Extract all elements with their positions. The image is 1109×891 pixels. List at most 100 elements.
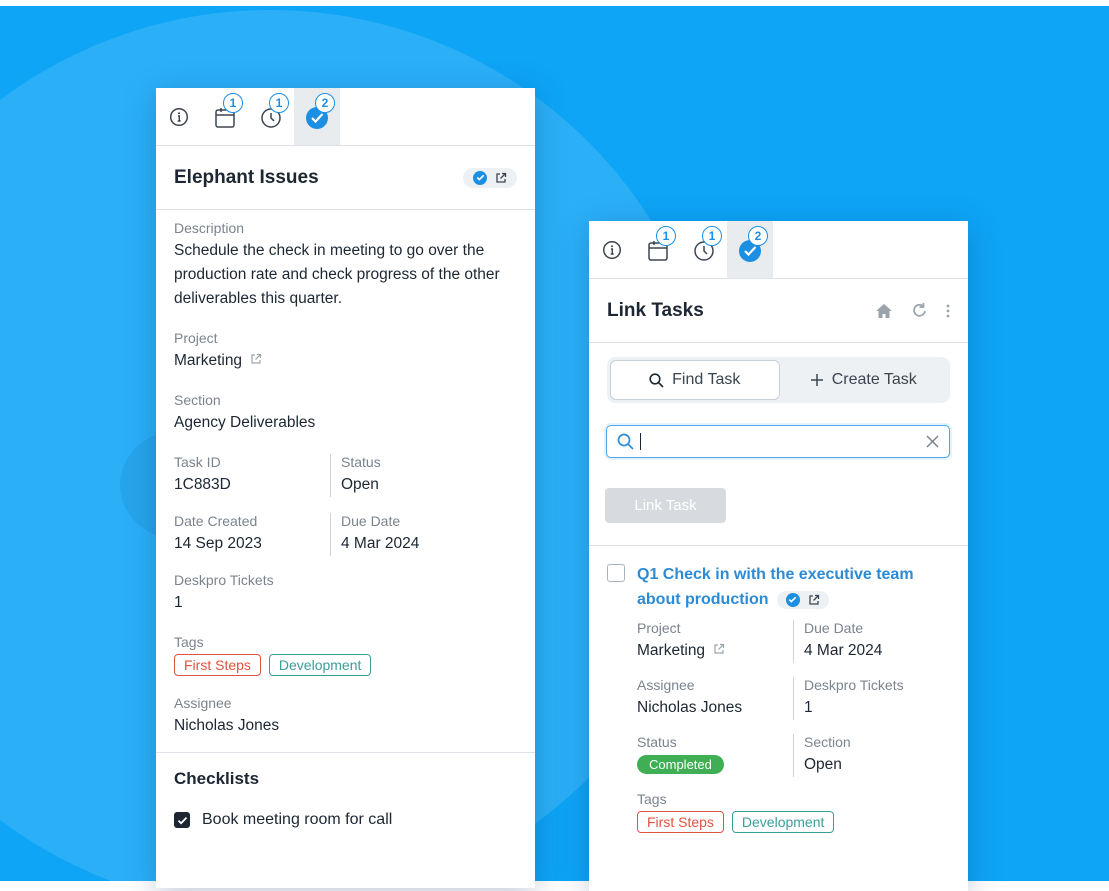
section-field: Section Agency Deliverables xyxy=(174,392,517,435)
project-value[interactable]: Marketing xyxy=(637,639,793,663)
create-task-button[interactable]: Create Task xyxy=(780,360,948,400)
tab-info[interactable] xyxy=(156,88,202,145)
assignee-value: Nicholas Jones xyxy=(174,717,280,734)
field-label: Deskpro Tickets xyxy=(174,572,274,588)
date-created-value: 14 Sep 2023 xyxy=(174,535,262,552)
checklist-item-label: Book meeting room for call xyxy=(202,811,393,828)
checkbox-checked-icon[interactable] xyxy=(174,812,190,828)
external-link-icon[interactable] xyxy=(495,172,507,184)
page-title: Link Tasks xyxy=(607,299,704,321)
header-actions xyxy=(875,302,950,319)
link-task-button[interactable]: Link Task xyxy=(605,488,726,523)
due-date-value: 4 Mar 2024 xyxy=(804,642,883,659)
tickets-value: 1 xyxy=(174,594,183,611)
tags-field: Tags First Steps Development xyxy=(174,634,517,676)
panel-header: Elephant Issues xyxy=(156,146,535,210)
find-task-label: Find Task xyxy=(672,371,741,388)
tag: First Steps xyxy=(637,811,724,833)
external-link-icon[interactable] xyxy=(713,643,725,655)
home-icon[interactable] xyxy=(875,303,893,319)
field-label: Due Date xyxy=(341,513,401,529)
task-details: Description Schedule the check in meetin… xyxy=(156,210,535,829)
project-name[interactable]: Marketing xyxy=(174,352,242,369)
project-value[interactable]: Marketing xyxy=(174,349,517,373)
search-box[interactable] xyxy=(606,425,950,458)
info-icon xyxy=(169,107,189,126)
field-label: Assignee xyxy=(637,677,695,693)
external-link-icon[interactable] xyxy=(808,594,820,606)
clear-icon[interactable] xyxy=(926,435,939,448)
status-badge: Completed xyxy=(637,755,724,774)
project-field: Project Marketing xyxy=(174,330,517,373)
tab-badge: 1 xyxy=(656,226,676,246)
info-icon xyxy=(602,240,622,259)
panel-header: Link Tasks xyxy=(589,279,968,343)
search-input[interactable] xyxy=(641,432,926,451)
assignee-tickets-row: Assignee Nicholas Jones Deskpro Tickets … xyxy=(637,677,950,720)
check-circle-icon xyxy=(785,592,800,607)
project-name[interactable]: Marketing xyxy=(637,642,705,659)
tag: Development xyxy=(731,811,835,833)
tag: First Steps xyxy=(174,654,261,676)
status-section-row: Status Completed Section Open xyxy=(637,734,950,777)
page-title: Elephant Issues xyxy=(174,166,319,188)
plus-icon xyxy=(810,374,823,386)
section-value: Open xyxy=(804,756,842,773)
check-circle-icon xyxy=(473,170,487,185)
tab-tasks[interactable]: 2 xyxy=(727,221,773,278)
tab-calendar[interactable]: 1 xyxy=(635,221,681,278)
link-tasks-panel: 1 1 2 Link Tasks Find Task Create Task L… xyxy=(589,221,968,891)
select-task-checkbox[interactable] xyxy=(607,564,625,582)
tag-list: First Steps Development xyxy=(637,811,950,833)
tag-list: First Steps Development xyxy=(174,654,517,676)
find-task-button[interactable]: Find Task xyxy=(610,360,780,400)
tab-badge: 2 xyxy=(748,226,768,246)
task-link-pill[interactable] xyxy=(463,167,517,188)
panel-tabs: 1 1 2 xyxy=(589,221,968,279)
list-item: Q1 Check in with the executive team abou… xyxy=(589,546,968,833)
task-title-link[interactable]: Q1 Check in with the executive team abou… xyxy=(637,566,914,608)
task-detail-panel: 1 1 2 Elephant Issues Description Schedu… xyxy=(156,88,535,888)
tab-info[interactable] xyxy=(589,221,635,278)
task-result-details: Project Marketing Due Date 4 Mar 2024 As… xyxy=(637,620,950,833)
field-label: Assignee xyxy=(174,695,232,711)
description-text: Schedule the check in meeting to go over… xyxy=(174,242,500,307)
task-link-pill[interactable] xyxy=(776,590,829,609)
id-status-row: Task ID 1C883D Status Open xyxy=(174,454,517,497)
top-bar xyxy=(0,0,1109,6)
project-due-row: Project Marketing Due Date 4 Mar 2024 xyxy=(637,620,950,663)
task-result-title[interactable]: Q1 Check in with the executive team abou… xyxy=(637,562,950,612)
tab-calendar[interactable]: 1 xyxy=(202,88,248,145)
field-label: Date Created xyxy=(174,513,258,529)
status-value: Open xyxy=(341,476,379,493)
panel-tabs: 1 1 2 xyxy=(156,88,535,146)
tab-time[interactable]: 1 xyxy=(681,221,727,278)
tag: Development xyxy=(268,654,372,676)
field-label: Section xyxy=(174,392,221,408)
field-label: Tags xyxy=(174,634,204,650)
dates-row: Date Created 14 Sep 2023 Due Date 4 Mar … xyxy=(174,513,517,556)
task-id-value: 1C883D xyxy=(174,476,231,493)
checklist-item[interactable]: Book meeting room for call xyxy=(174,811,517,829)
checklists-title: Checklists xyxy=(174,769,260,788)
tab-time[interactable]: 1 xyxy=(248,88,294,145)
external-link-icon[interactable] xyxy=(250,353,262,365)
due-date-value: 4 Mar 2024 xyxy=(341,535,420,552)
tab-badge: 2 xyxy=(315,93,335,113)
field-label: Status xyxy=(637,734,677,750)
section-value: Agency Deliverables xyxy=(174,414,316,431)
tab-badge: 1 xyxy=(702,226,722,246)
create-task-label: Create Task xyxy=(831,371,917,388)
tab-badge: 1 xyxy=(269,93,289,113)
more-options-icon[interactable] xyxy=(946,304,950,318)
field-label: Tags xyxy=(637,791,667,807)
tickets-field: Deskpro Tickets 1 xyxy=(174,572,517,615)
field-label: Deskpro Tickets xyxy=(804,677,904,693)
refresh-icon[interactable] xyxy=(911,302,928,319)
field-label: Due Date xyxy=(804,620,864,636)
field-label: Section xyxy=(804,734,851,750)
description-field: Description Schedule the check in meetin… xyxy=(174,220,517,311)
tab-tasks[interactable]: 2 xyxy=(294,88,340,145)
mode-toggle: Find Task Create Task xyxy=(607,357,950,403)
field-label: Status xyxy=(341,454,381,470)
